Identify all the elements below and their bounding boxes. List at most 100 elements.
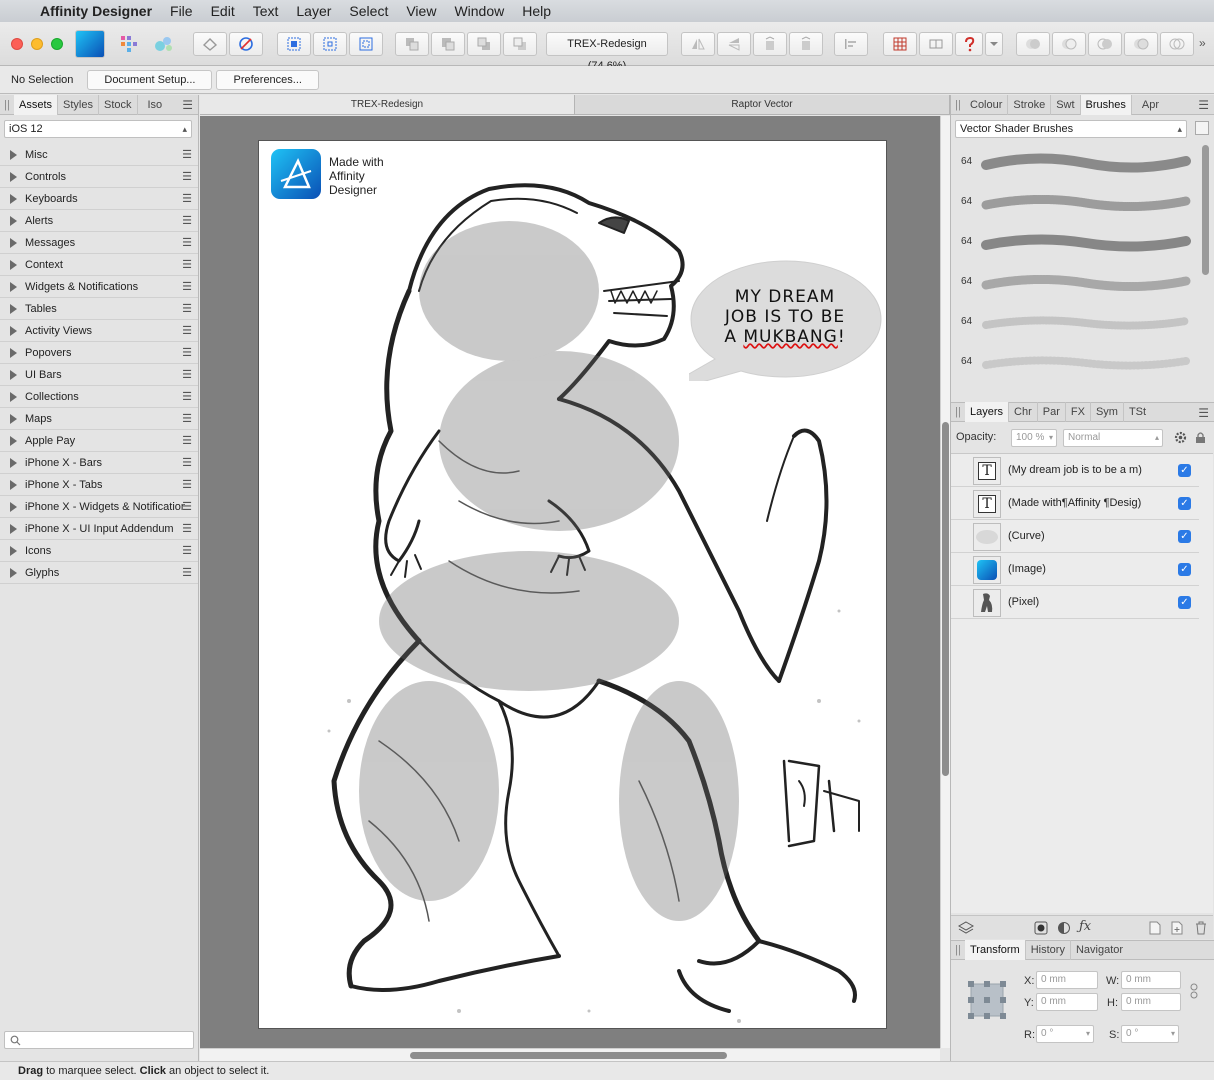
category-menu-icon[interactable]: ☰ [182, 346, 192, 359]
tab-brushes[interactable]: Brushes [1080, 94, 1132, 115]
layer-visibility-checkbox[interactable]: ✓ [1178, 530, 1191, 543]
list-item[interactable]: Context ☰ [0, 254, 198, 276]
tab-styles[interactable]: Styles [58, 94, 99, 115]
menu-view[interactable]: View [406, 3, 436, 19]
disclosure-triangle-icon[interactable] [10, 325, 17, 336]
tab-trex-redesign[interactable]: TREX-Redesign [200, 95, 575, 114]
minimize-window-button[interactable] [31, 38, 43, 50]
boolean-divide-icon[interactable] [1160, 32, 1194, 56]
menu-text[interactable]: Text [253, 3, 279, 19]
panel-grip-icon[interactable]: || [951, 406, 965, 418]
asset-search-input[interactable] [4, 1031, 194, 1049]
list-item[interactable]: Widgets & Notifications ☰ [0, 276, 198, 298]
category-menu-icon[interactable]: ☰ [182, 566, 192, 579]
close-window-button[interactable] [11, 38, 23, 50]
disclosure-triangle-icon[interactable] [10, 391, 17, 402]
document-setup-button[interactable]: Document Setup... [87, 69, 213, 90]
tab-symbols[interactable]: Sym [1091, 402, 1124, 422]
y-field[interactable]: 0 mm [1036, 993, 1098, 1011]
toolbar-overflow-icon[interactable]: » [1199, 36, 1206, 50]
category-menu-icon[interactable]: ☰ [182, 324, 192, 337]
opacity-field[interactable]: 100 % ▾ [1011, 429, 1057, 447]
tab-paragraph[interactable]: Par [1038, 402, 1066, 422]
move-to-front-icon[interactable] [503, 32, 537, 56]
zoom-window-button[interactable] [51, 38, 63, 50]
panel-menu-icon[interactable]: ☰ [182, 98, 193, 112]
list-item[interactable]: 64 [951, 183, 1201, 223]
list-item[interactable]: Collections ☰ [0, 386, 198, 408]
pixel-persona-icon[interactable] [117, 32, 141, 56]
list-item[interactable]: Glyphs ☰ [0, 562, 198, 584]
tab-text-styles[interactable]: TSt [1124, 402, 1151, 422]
panel-grip-icon[interactable]: || [951, 944, 965, 956]
category-menu-icon[interactable]: ☰ [182, 368, 192, 381]
list-item[interactable]: Messages ☰ [0, 232, 198, 254]
menu-layer[interactable]: Layer [296, 3, 331, 19]
layer-visibility-checkbox[interactable]: ✓ [1178, 563, 1191, 576]
list-item[interactable]: Keyboards ☰ [0, 188, 198, 210]
boolean-icon[interactable] [229, 32, 263, 56]
blend-mode-select[interactable]: Normal ▴ [1063, 429, 1163, 447]
layers-stack-icon[interactable] [958, 921, 974, 935]
disclosure-triangle-icon[interactable] [10, 193, 17, 204]
menu-edit[interactable]: Edit [211, 3, 235, 19]
layer-row[interactable]: (Curve) ✓ [951, 520, 1199, 553]
layer-row[interactable]: (Image) ✓ [951, 553, 1199, 586]
canvas-vertical-scrollbar[interactable] [940, 116, 950, 1048]
category-menu-icon[interactable]: ☰ [182, 280, 192, 293]
disclosure-triangle-icon[interactable] [10, 457, 17, 468]
list-item[interactable]: Controls ☰ [0, 166, 198, 188]
list-item[interactable]: 64 [951, 223, 1201, 263]
tab-layers[interactable]: Layers [965, 402, 1010, 422]
x-field[interactable]: 0 mm [1036, 971, 1098, 989]
gear-icon[interactable] [1174, 431, 1187, 444]
flip-vertical-icon[interactable] [717, 32, 751, 56]
panel-grip-icon[interactable]: || [951, 99, 965, 111]
list-item[interactable]: UI Bars ☰ [0, 364, 198, 386]
category-menu-icon[interactable]: ☰ [182, 478, 192, 491]
disclosure-triangle-icon[interactable] [10, 523, 17, 534]
adjustment-layer-icon[interactable] [1057, 921, 1071, 935]
list-item[interactable]: iPhone X - Widgets & Notifications ☰ [0, 496, 198, 518]
assistant-icon[interactable] [955, 32, 983, 56]
menu-file[interactable]: File [170, 3, 193, 19]
list-item[interactable]: 64 [951, 143, 1201, 183]
vertical-scroll-thumb[interactable] [942, 422, 949, 776]
list-item[interactable]: Tables ☰ [0, 298, 198, 320]
disclosure-triangle-icon[interactable] [10, 237, 17, 248]
tab-navigator[interactable]: Navigator [1071, 940, 1128, 960]
disclosure-triangle-icon[interactable] [10, 567, 17, 578]
category-menu-icon[interactable]: ☰ [182, 214, 192, 227]
menu-window[interactable]: Window [454, 3, 504, 19]
boolean-xor-icon[interactable] [1124, 32, 1158, 56]
vector-brush-icon[interactable] [193, 32, 227, 56]
category-menu-icon[interactable]: ☰ [182, 302, 192, 315]
move-back-icon[interactable] [431, 32, 465, 56]
disclosure-triangle-icon[interactable] [10, 413, 17, 424]
boolean-subtract-icon[interactable] [1052, 32, 1086, 56]
category-menu-icon[interactable]: ☰ [182, 412, 192, 425]
disclosure-triangle-icon[interactable] [10, 347, 17, 358]
tab-assets[interactable]: Assets [14, 94, 59, 115]
category-menu-icon[interactable]: ☰ [182, 148, 192, 161]
disclosure-triangle-icon[interactable] [10, 281, 17, 292]
pixel-view-icon[interactable] [919, 32, 953, 56]
tab-appearance[interactable]: Apr [1132, 95, 1164, 115]
move-to-back-icon[interactable] [395, 32, 429, 56]
designer-persona-icon[interactable] [75, 30, 105, 58]
add-pixel-layer-icon[interactable] [1149, 921, 1161, 935]
category-menu-icon[interactable]: ☰ [182, 434, 192, 447]
panel-menu-icon[interactable]: ☰ [1198, 98, 1209, 112]
snap-bounds-icon[interactable] [313, 32, 347, 56]
disclosure-triangle-icon[interactable] [10, 171, 17, 182]
disclosure-triangle-icon[interactable] [10, 545, 17, 556]
panel-menu-icon[interactable]: ☰ [1198, 406, 1209, 420]
disclosure-triangle-icon[interactable] [10, 259, 17, 270]
layer-visibility-checkbox[interactable]: ✓ [1178, 596, 1191, 609]
list-item[interactable]: Misc ☰ [0, 144, 198, 166]
mask-layer-icon[interactable] [1034, 921, 1048, 935]
disclosure-triangle-icon[interactable] [10, 215, 17, 226]
list-item[interactable]: Icons ☰ [0, 540, 198, 562]
category-menu-icon[interactable]: ☰ [182, 456, 192, 469]
menu-select[interactable]: Select [349, 3, 388, 19]
